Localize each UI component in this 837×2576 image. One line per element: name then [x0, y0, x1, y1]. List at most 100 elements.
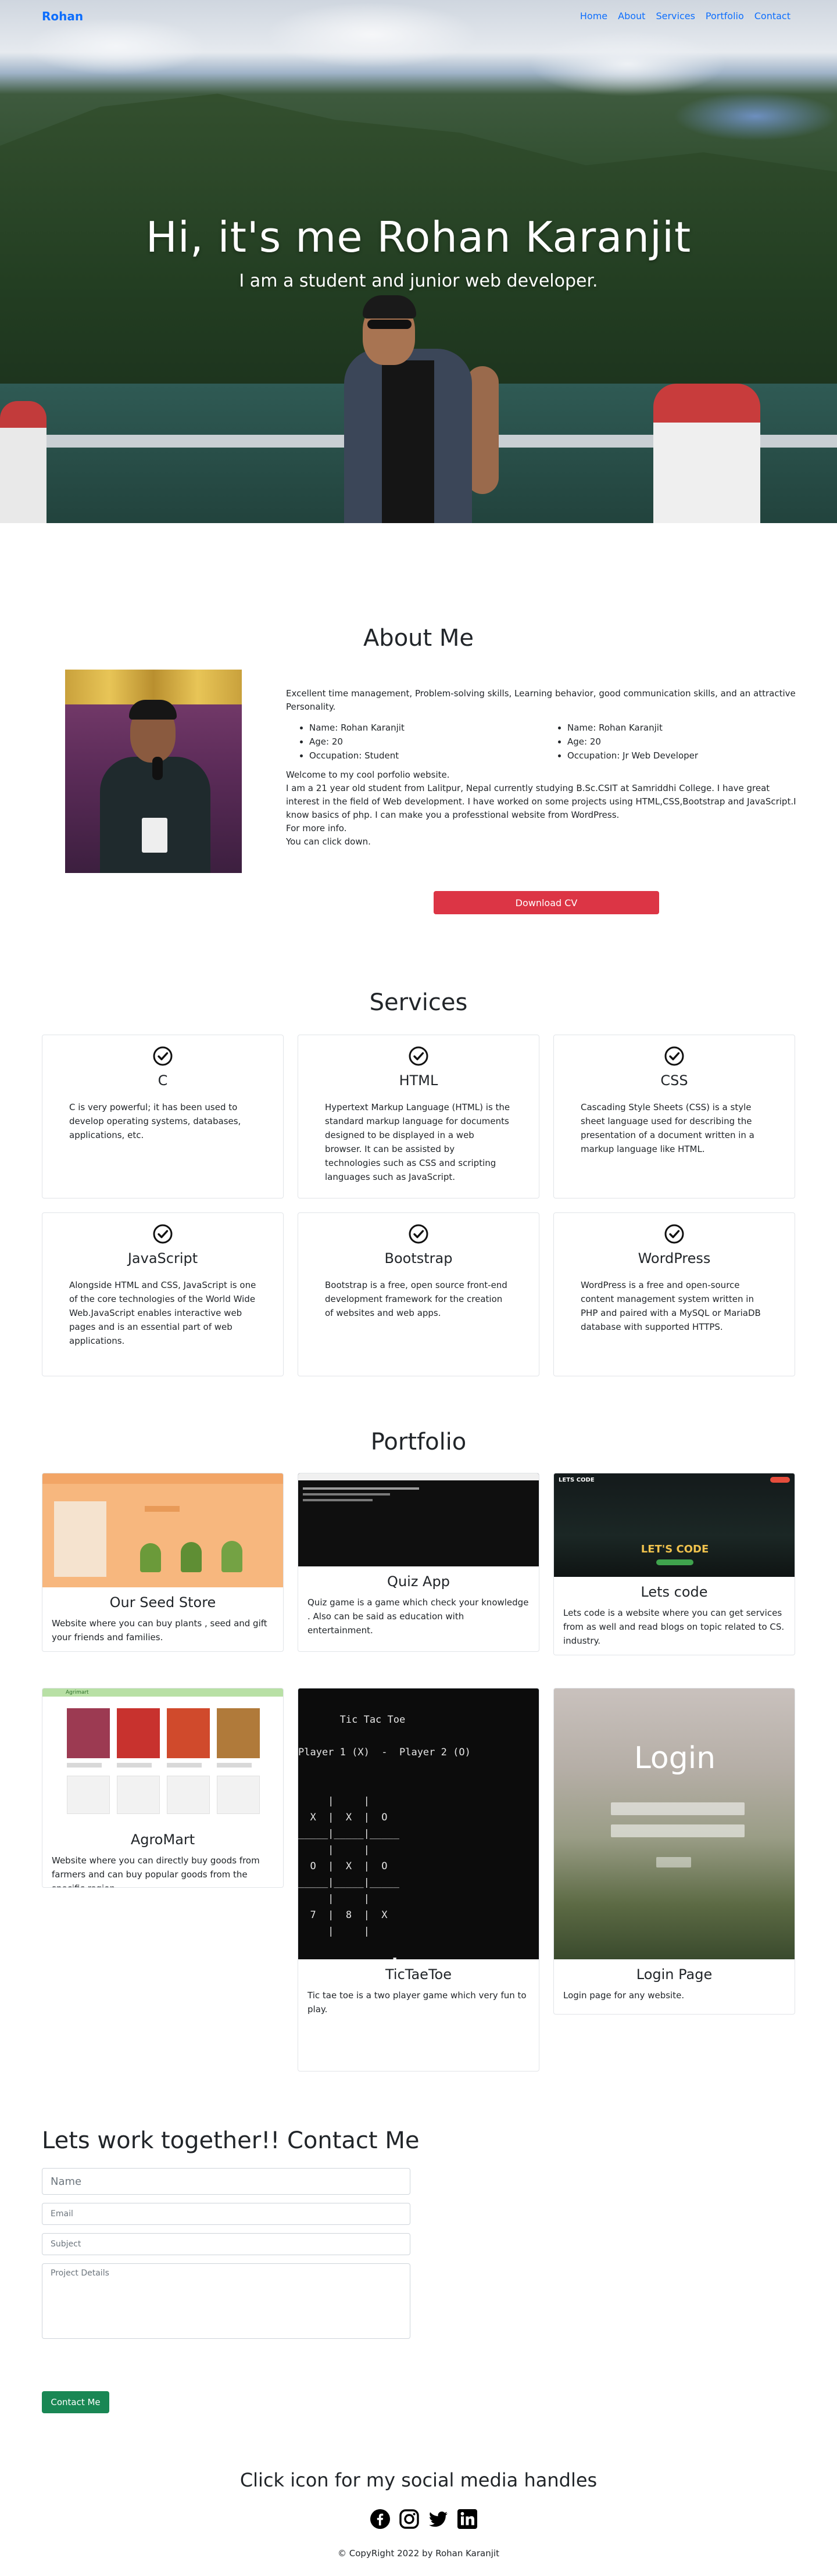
twitter-icon[interactable] — [428, 2509, 449, 2530]
about-description: Welcome to my cool porfolio website. I a… — [286, 768, 802, 849]
check-circle-icon — [69, 1046, 256, 1067]
portfolio-name: Quiz App — [387, 1573, 450, 1590]
portfolio-name: Our Seed Store — [109, 1594, 216, 1611]
list-item: Age: 20 — [567, 735, 802, 749]
portfolio-name: AgroMart — [130, 1831, 195, 1848]
portfolio-card-agromart[interactable]: Agrimart AgroMart Website where you can … — [42, 1688, 284, 1888]
about-lists: Name: Rohan Karanjit Age: 20 Occupation:… — [286, 721, 802, 763]
agro-product — [167, 1708, 210, 1758]
photo-hair — [129, 700, 177, 720]
hero-text: Hi, it's me Rohan Karanjit I am a studen… — [0, 213, 837, 291]
quiz-line — [303, 1487, 419, 1490]
service-text: WordPress is a free and open-source cont… — [581, 1280, 761, 1332]
lc-button — [770, 1477, 790, 1483]
portfolio-card-login-page[interactable]: Login Login Page Login page for any webs… — [553, 1688, 795, 2015]
nav-links: Home About Services Portfolio Contact — [580, 10, 791, 22]
lets-code-screenshot: LETS CODE LET'S CODE — [554, 1473, 795, 1577]
nav-portfolio[interactable]: Portfolio — [706, 10, 744, 22]
about-section: About Me Excellent time management, Prob… — [0, 523, 837, 965]
navbar: Rohan Home About Services Portfolio Cont… — [0, 0, 837, 33]
portfolio-card-seed-store[interactable]: Our Seed Store Website where you can buy… — [42, 1473, 284, 1652]
ss-sidebar — [54, 1501, 106, 1577]
person-shirt — [382, 360, 434, 523]
agro-label — [117, 1763, 152, 1768]
photo-curtain — [65, 670, 242, 704]
quiz-line — [303, 1493, 390, 1495]
agro-product — [117, 1776, 160, 1814]
about-title: About Me — [363, 625, 474, 652]
ss-plant — [181, 1542, 202, 1572]
about-list-right: Name: Rohan Karanjit Age: 20 Occupation:… — [544, 721, 802, 763]
portfolio-card-quiz-app[interactable]: Quiz App Quiz game is a game which check… — [298, 1473, 539, 1652]
agro-label — [67, 1763, 102, 1768]
brand-link[interactable]: Rohan — [42, 9, 83, 23]
email-input[interactable]: Email — [42, 2203, 410, 2225]
hero-pillar-right — [653, 384, 760, 523]
quiz-app-screenshot — [298, 1473, 539, 1566]
nav-contact[interactable]: Contact — [754, 10, 791, 22]
hero-person — [309, 295, 530, 523]
nav-home[interactable]: Home — [580, 10, 607, 22]
list-item: Name: Rohan Karanjit — [309, 721, 544, 735]
hero-subtitle: I am a student and junior web developer. — [239, 271, 598, 291]
agro-product — [67, 1776, 110, 1814]
contact-title: Lets work together!! Contact Me — [42, 2127, 420, 2154]
service-name: HTML — [399, 1072, 438, 1089]
instagram-icon[interactable] — [399, 2509, 420, 2530]
social-icons — [370, 2509, 478, 2530]
login-field — [611, 1824, 745, 1837]
portfolio-card-tictactoe[interactable]: Tic Tac Toe Player 1 (X) - Player 2 (O) … — [298, 1688, 539, 2071]
portfolio-card-lets-code[interactable]: LETS CODE LET'S CODE Lets code Lets code… — [553, 1473, 795, 1655]
lc-cta — [656, 1559, 693, 1565]
quiz-topbar — [298, 1473, 539, 1480]
person-hair — [363, 295, 416, 319]
portfolio-text: Tic tae toe is a two player game which v… — [307, 1990, 527, 2015]
agromart-screenshot: Agrimart — [42, 1688, 283, 1824]
service-text: Cascading Style Sheets (CSS) is a style … — [581, 1102, 754, 1154]
login-page-screenshot: Login — [554, 1688, 795, 1959]
photo-badge — [142, 818, 167, 853]
ttt-console: Tic Tac Toe Player 1 (X) - Player 2 (O) … — [298, 1714, 471, 1959]
agro-label — [217, 1763, 252, 1768]
person-glasses — [367, 320, 412, 329]
agro-logo: Agrimart — [66, 1690, 89, 1695]
name-input[interactable]: Name — [42, 2168, 410, 2195]
facebook-icon[interactable] — [370, 2509, 391, 2530]
photo-mic — [152, 757, 163, 780]
agro-product — [217, 1708, 260, 1758]
service-text: C is very powerful; it has been used to … — [69, 1102, 241, 1140]
download-cv-button[interactable]: Download CV — [434, 891, 659, 914]
desc-line: For more info. — [286, 823, 347, 833]
list-item: Name: Rohan Karanjit — [567, 721, 802, 735]
social-title: Click icon for my social media handles — [239, 2469, 598, 2491]
quiz-line — [303, 1499, 373, 1501]
hero-title: Hi, it's me Rohan Karanjit — [145, 213, 692, 262]
services-section: Services C C is very powerful; it has be… — [0, 965, 837, 1407]
nav-services[interactable]: Services — [656, 10, 695, 22]
ss-plant — [221, 1541, 242, 1572]
desc-line: Welcome to my cool porfolio website. — [286, 770, 450, 780]
agro-product — [67, 1708, 110, 1758]
about-intro: Excellent time management, Problem-solvi… — [286, 688, 796, 712]
social-section: Click icon for my social media handles ©… — [0, 2460, 837, 2570]
portfolio-text: Lets code is a website where you can get… — [563, 1608, 785, 1646]
portfolio-text: Quiz game is a game which check your kno… — [307, 1597, 529, 1636]
service-text: Bootstrap is a free, open source front-e… — [325, 1280, 507, 1318]
contact-me-button[interactable]: Contact Me — [42, 2391, 109, 2413]
service-card-wordpress: WordPress WordPress is a free and open-s… — [553, 1212, 795, 1376]
agro-label — [167, 1763, 202, 1768]
linkedin-icon[interactable] — [457, 2509, 478, 2530]
login-field — [611, 1802, 745, 1815]
service-name: JavaScript — [127, 1250, 198, 1266]
login-button — [656, 1857, 691, 1867]
project-details-textarea[interactable]: Project Details — [42, 2263, 410, 2339]
service-card-html: HTML Hypertext Markup Language (HTML) is… — [298, 1035, 539, 1198]
portfolio-text: Website where you can directly buy goods… — [52, 1855, 260, 1887]
agro-product — [117, 1708, 160, 1758]
nav-about[interactable]: About — [618, 10, 645, 22]
service-card-javascript: JavaScript Alongside HTML and CSS, JavaS… — [42, 1212, 284, 1376]
desc-line: You can click down. — [286, 836, 371, 847]
service-name: WordPress — [638, 1250, 711, 1266]
subject-input[interactable]: Subject — [42, 2233, 410, 2255]
portfolio-section: Portfolio Our Seed Store Website where y… — [0, 1407, 837, 2104]
